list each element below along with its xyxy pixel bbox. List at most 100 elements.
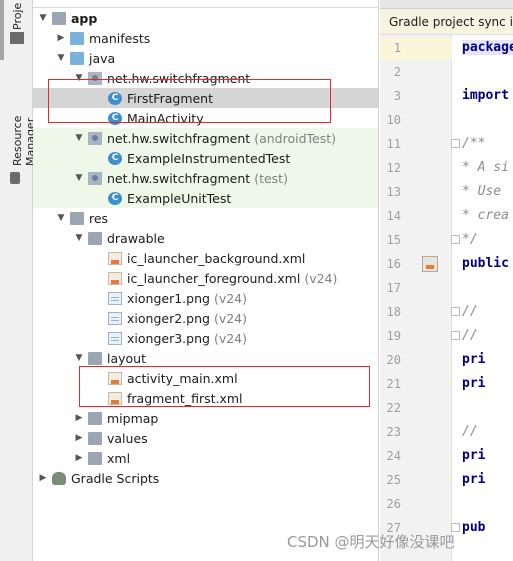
tree-item-label: net.hw.switchfragment [107,70,251,86]
watermark: CSDN @明天好像没课吧 [287,533,455,551]
tree-item-mipmap[interactable]: ▶ mipmap [33,408,378,428]
tree-item-xionger1[interactable]: xionger1.png (v24) [33,288,378,308]
fold-marker-icon[interactable] [451,235,460,244]
line-number: 10 [386,113,401,127]
test-class-icon: C [108,151,122,165]
chevron-down-icon[interactable]: ▼ [73,353,85,363]
folder-icon [88,351,102,365]
layout-file-gutter-icon[interactable] [422,256,438,272]
fold-marker-icon[interactable] [451,307,460,316]
tree-item-manifests[interactable]: ▶ manifests [33,28,378,48]
tree-item-drawable[interactable]: ▼ drawable [33,228,378,248]
class-icon: C [108,91,122,105]
tree-item-label: net.hw.switchfragment [107,170,251,186]
code-line: * crea [462,208,509,223]
chevron-right-icon[interactable]: ▶ [73,413,85,423]
line-number: 26 [386,497,401,511]
tree-item-java[interactable]: ▼ java [33,48,378,68]
project-tab-selected-indicator [0,0,4,60]
resource-manager-icon [10,172,20,184]
code-line: // [462,304,478,319]
tree-item-first-fragment[interactable]: C FirstFragment [33,88,378,108]
chevron-down-icon[interactable]: ▼ [73,73,85,83]
gradle-icon [52,471,66,485]
chevron-right-icon[interactable]: ▶ [55,33,67,43]
tree-item-xionger3[interactable]: xionger3.png (v24) [33,328,378,348]
line-number: 14 [386,209,401,223]
chevron-right-icon[interactable]: ▶ [73,433,85,443]
tree-item-res[interactable]: ▼ res [33,208,378,228]
tree-item-label: mipmap [107,410,159,426]
chevron-right-icon[interactable]: ▶ [73,453,85,463]
line-number: 19 [386,329,401,343]
chevron-down-icon[interactable]: ▼ [73,133,85,143]
tree-item-label: fragment_first.xml [127,390,243,406]
tree-header [33,0,378,8]
tree-item-ic-launcher-background[interactable]: ic_launcher_background.xml [33,248,378,268]
folder-icon [70,31,84,45]
resources-folder-icon [70,211,84,225]
tree-item-gradle-scripts[interactable]: ▶ Gradle Scripts [33,468,378,488]
tree-item-label: ic_launcher_background.xml [127,250,306,266]
tree-item-hint: (v24) [213,330,247,346]
fold-marker-icon[interactable] [451,331,460,340]
code-line: package [462,40,513,55]
chevron-down-icon[interactable]: ▼ [37,13,49,23]
tree-item-instrumented-test[interactable]: C ExampleInstrumentedTest [33,148,378,168]
project-tree: ▼ app ▶ manifests ▼ java ▼ net.hw.switch… [33,0,379,561]
line-number: 16 [386,257,401,271]
line-number: 21 [386,377,401,391]
code-line: pub [462,520,486,535]
chevron-down-icon[interactable]: ▼ [55,213,67,223]
code-line: // [462,424,478,439]
folder-icon [70,51,84,65]
tree-item-values[interactable]: ▶ values [33,428,378,448]
line-number: 12 [386,161,401,175]
line-number: 3 [393,89,401,103]
tool-window-strip: Proje Resource Manager [0,0,37,561]
chevron-right-icon[interactable]: ▶ [37,473,49,483]
tree-item-unit-test[interactable]: C ExampleUnitTest [33,188,378,208]
tree-item-activity-main[interactable]: activity_main.xml [33,368,378,388]
line-number: 1 [393,41,401,55]
code-line: public [462,256,509,271]
tree-item-package-main[interactable]: ▼ net.hw.switchfragment [33,68,378,88]
tree-item-app[interactable]: ▼ app [33,8,378,28]
line-number: 2 [393,65,401,79]
image-file-icon [108,311,122,325]
tree-item-xionger2[interactable]: xionger2.png (v24) [33,308,378,328]
tree-item-label: net.hw.switchfragment [107,130,251,146]
tree-item-package-test[interactable]: ▼ net.hw.switchfragment (test) [33,168,378,188]
package-icon [88,131,102,145]
tree-item-layout[interactable]: ▼ layout [33,348,378,368]
chevron-down-icon[interactable]: ▼ [73,173,85,183]
project-tool-tab[interactable]: Proje [11,0,24,30]
tree-item-fragment-first[interactable]: fragment_first.xml [33,388,378,408]
line-number: 23 [386,425,401,439]
code-line: // [462,328,478,343]
tree-item-package-android-test[interactable]: ▼ net.hw.switchfragment (androidTest) [33,128,378,148]
image-file-icon [108,331,122,345]
package-icon [88,71,102,85]
folder-icon [88,431,102,445]
tree-item-main-activity[interactable]: C MainActivity [33,108,378,128]
code-editor[interactable]: Gradle project sync in 1 2 3 10 11 12 13… [380,0,513,561]
line-number: 15 [386,233,401,247]
chevron-down-icon[interactable]: ▼ [73,233,85,243]
folder-icon [88,411,102,425]
tree-item-xml[interactable]: ▶ xml [33,448,378,468]
line-number: 11 [386,137,401,151]
tree-item-label: xionger1.png [127,290,210,306]
test-class-icon: C [108,191,122,205]
image-file-icon [108,291,122,305]
code-line: pri [462,352,486,367]
folder-icon [88,451,102,465]
chevron-down-icon[interactable]: ▼ [55,53,67,63]
fold-marker-icon[interactable] [451,139,460,148]
tree-item-label: xionger3.png [127,330,210,346]
code-line: /** [462,136,486,151]
tree-item-label: xml [107,450,131,466]
tree-item-ic-launcher-foreground[interactable]: ic_launcher_foreground.xml (v24) [33,268,378,288]
line-number: 24 [386,449,401,463]
tree-item-label: manifests [89,30,151,46]
